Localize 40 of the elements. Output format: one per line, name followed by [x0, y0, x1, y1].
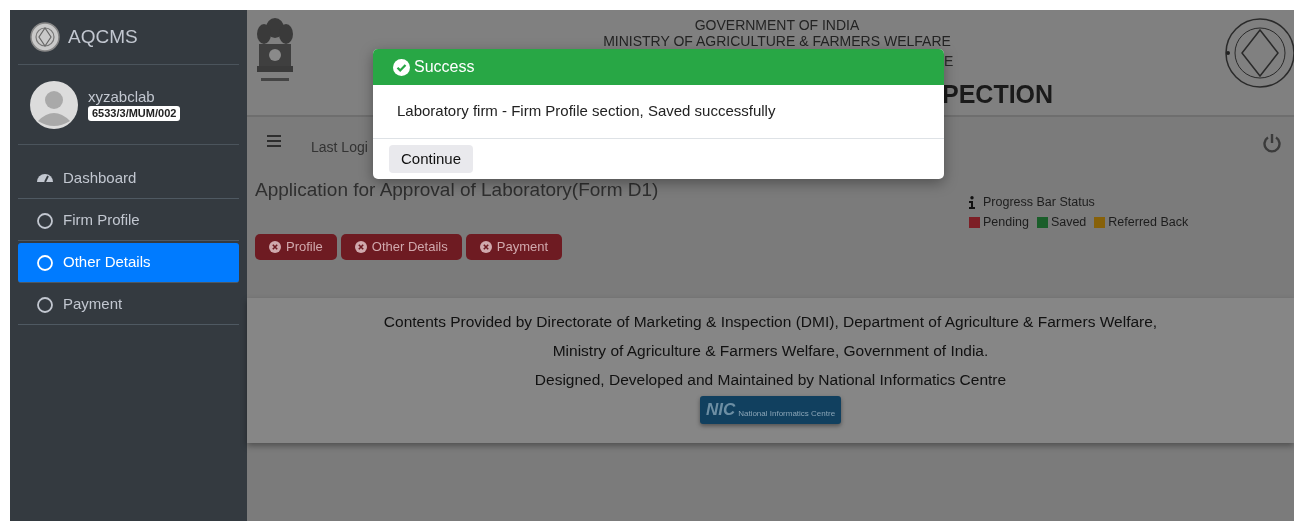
nav-item[interactable]: Payment: [18, 285, 239, 325]
step-button[interactable]: Payment: [465, 234, 563, 260]
logo-text: National Informatics Centre: [738, 409, 836, 419]
x-circle-icon: [354, 241, 367, 253]
legend-label: Referred Back: [1108, 213, 1189, 231]
nav-item[interactable]: Dashboard: [18, 159, 239, 199]
dialog-message: Laboratory firm - Firm Profile section, Saved successfully: [397, 101, 776, 122]
last-login-text: Last Logi: [311, 138, 369, 157]
logo-mark: NIC: [705, 400, 736, 420]
legend-title: Progress Bar Status: [983, 194, 1095, 211]
header-text: MINISTRY OF AGRICULTURE & FARMERS WELFARE: [603, 33, 951, 49]
continue-button[interactable]: Continue: [389, 145, 474, 173]
legend-label: Pending: [983, 213, 1029, 231]
user-name: xyzabclab: [88, 88, 156, 106]
user-code: 6533/3/MUM/002: [88, 106, 181, 121]
footer-text: Designed, Developed and Maintained by National Informatics Centre: [534, 370, 1007, 390]
footer-text: Contents Provided by Directorate of Marketing & Inspection (DMI), Department of Agriculture & Farmers Welfare,: [383, 312, 1158, 332]
info-icon: [969, 195, 975, 209]
step-button[interactable]: Other Details: [340, 234, 462, 260]
seal-icon: [30, 22, 60, 52]
nav-item[interactable]: Other Details: [18, 243, 239, 283]
app-name: AQCMS: [68, 24, 138, 49]
menu-icon[interactable]: [267, 135, 281, 147]
check-circle-icon: [393, 58, 410, 76]
circle-icon: [36, 211, 54, 230]
header-text: GOVERNMENT OF INDIA: [694, 17, 860, 33]
power-icon[interactable]: [1262, 133, 1282, 153]
step-button[interactable]: Profile: [255, 234, 337, 260]
header-text: E: [944, 53, 953, 69]
user-avatar-icon: [30, 80, 78, 129]
circle-icon: [36, 295, 54, 314]
x-circle-icon: [269, 241, 281, 253]
legend-label: Saved: [1050, 213, 1087, 231]
nav-item[interactable]: Firm Profile: [18, 201, 239, 241]
page-title: Application for Approval of Laboratory(Form D1): [255, 179, 659, 201]
header-title: PECTION: [942, 79, 1054, 110]
footer-text: Ministry of Agriculture & Farmers Welfare, Government of India.: [552, 341, 989, 361]
x-circle-icon: [479, 241, 492, 253]
dialog-title: Success: [414, 57, 475, 77]
circle-icon: [36, 253, 54, 272]
